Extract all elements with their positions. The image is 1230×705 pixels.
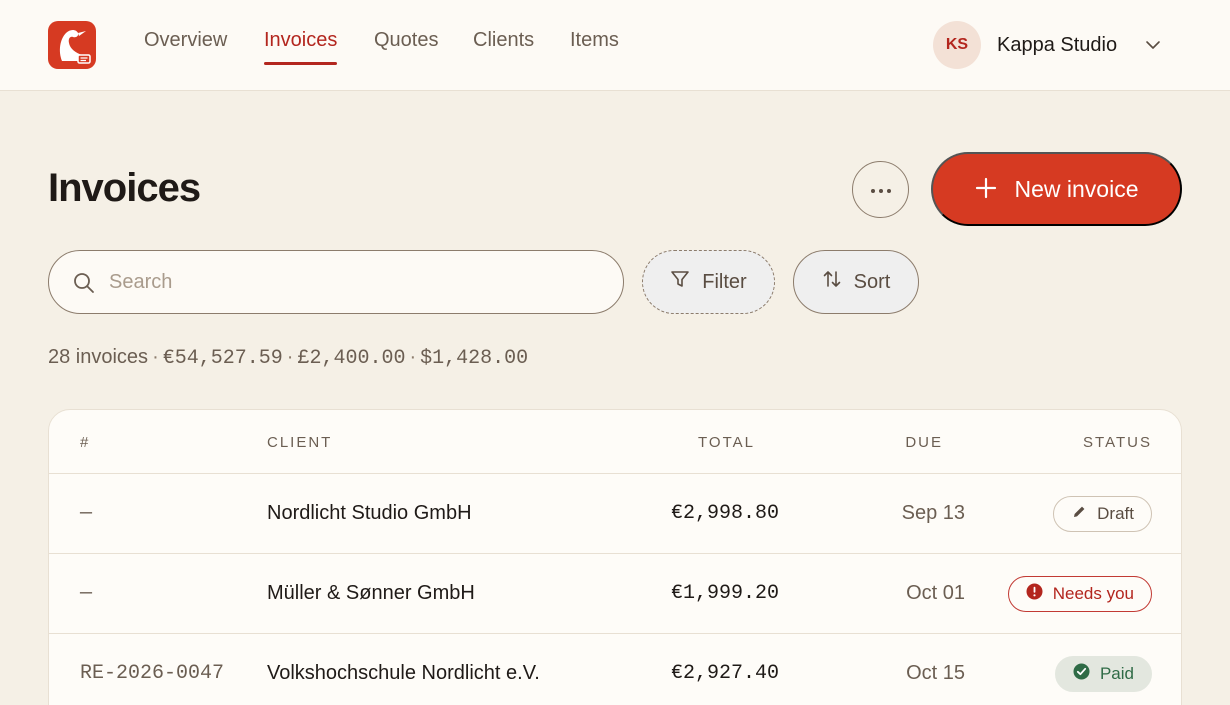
due-date: Oct 01 — [906, 582, 965, 604]
top-bar: Overview Invoices Quotes Clients Items K… — [0, 0, 1230, 91]
invoice-summary: 28 invoices · €54,527.59 · £2,400.00 · $1,428.… — [48, 346, 528, 370]
page-title: Invoices — [48, 166, 201, 210]
separator: · — [286, 346, 294, 368]
client-name: Volkshochschule Nordlicht e.V. — [267, 662, 540, 684]
pencil-icon — [1071, 504, 1087, 525]
filter-icon — [670, 269, 690, 295]
invoice-table: # CLIENT TOTAL DUE STATUS — Nordlicht St… — [48, 409, 1182, 705]
status-badge[interactable]: Paid — [1054, 656, 1152, 692]
invoice-number: — — [80, 582, 93, 605]
sort-label: Sort — [853, 270, 891, 293]
nav-item-quotes[interactable]: Quotes — [374, 29, 438, 52]
table-row[interactable]: RE-2026-0047 Volkshochschule Nordlicht e… — [49, 634, 1181, 705]
status-label: Draft — [1097, 504, 1134, 523]
column-header-number[interactable]: # — [80, 434, 90, 451]
status-badge[interactable]: Needs you — [1007, 576, 1152, 612]
invoice-total: €2,927.40 — [670, 662, 779, 685]
more-icon — [870, 182, 892, 197]
logo-icon[interactable] — [48, 21, 96, 69]
invoice-number: RE-2026-0047 — [80, 662, 225, 685]
status-badge[interactable]: Draft — [1053, 496, 1152, 532]
new-invoice-label: New invoice — [1014, 175, 1139, 202]
nav-item-clients[interactable]: Clients — [473, 29, 534, 52]
total-gbp: £2,400.00 — [297, 347, 406, 370]
sort-button[interactable]: Sort — [793, 250, 919, 314]
new-invoice-button[interactable]: New invoice — [931, 152, 1182, 226]
chevron-down-icon[interactable] — [1145, 37, 1161, 58]
status-label: Paid — [1099, 664, 1134, 683]
due-date: Sep 13 — [901, 502, 965, 524]
search-box[interactable] — [48, 250, 624, 314]
total-eur: €54,527.59 — [162, 347, 283, 370]
alert-icon — [1026, 583, 1043, 605]
invoice-total: €2,998.80 — [670, 502, 779, 525]
table-row[interactable]: — Nordlicht Studio GmbH €2,998.80 Sep 13… — [49, 474, 1181, 554]
separator: · — [409, 346, 417, 368]
invoice-number: — — [80, 502, 93, 525]
status-label: Needs you — [1052, 584, 1134, 603]
filter-label: Filter — [702, 270, 747, 293]
column-header-status[interactable]: STATUS — [1083, 434, 1152, 451]
invoice-count: 28 invoices — [48, 346, 149, 368]
client-name: Nordlicht Studio GmbH — [267, 502, 472, 524]
due-date: Oct 15 — [906, 662, 965, 684]
account-name[interactable]: Kappa Studio — [997, 34, 1117, 57]
plus-icon — [975, 177, 997, 202]
search-input[interactable] — [109, 265, 599, 299]
client-name: Müller & Sønner GmbH — [267, 582, 475, 604]
sort-icon — [822, 269, 842, 295]
avatar[interactable]: KS — [933, 21, 981, 69]
more-options-button[interactable] — [852, 161, 909, 218]
invoice-total: €1,999.20 — [670, 582, 779, 605]
nav-item-invoices[interactable]: Invoices — [264, 29, 338, 65]
column-header-due[interactable]: DUE — [905, 434, 943, 451]
nav-item-overview[interactable]: Overview — [144, 29, 227, 52]
total-usd: $1,428.00 — [420, 347, 529, 370]
column-header-client[interactable]: CLIENT — [267, 434, 332, 451]
separator: · — [152, 346, 159, 368]
filter-button[interactable]: Filter — [642, 250, 775, 314]
column-header-total[interactable]: TOTAL — [698, 434, 755, 451]
search-icon — [73, 272, 95, 299]
nav-item-items[interactable]: Items — [570, 29, 619, 52]
check-circle-icon — [1073, 663, 1090, 685]
table-row[interactable]: — Müller & Sønner GmbH €1,999.20 Oct 01 … — [49, 554, 1181, 634]
